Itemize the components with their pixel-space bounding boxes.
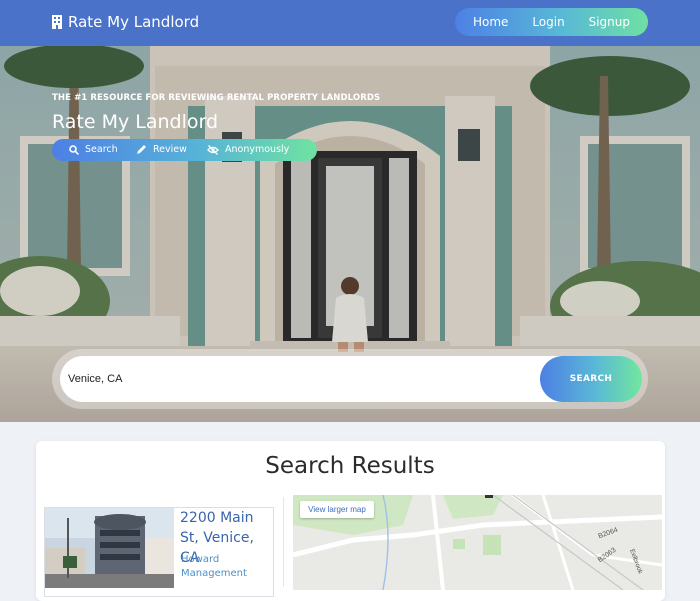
hero-subtitle: THE #1 RESOURCE FOR REVIEWING RENTAL PRO… [52, 93, 381, 103]
eye-slash-icon [207, 144, 219, 155]
property-photo[interactable] [45, 508, 174, 588]
feature-review-label: Review [153, 144, 187, 155]
feature-review: Review [136, 144, 187, 155]
nav-home-link[interactable]: Home [473, 15, 508, 29]
building-icon [52, 15, 62, 29]
feature-search-label: Search [85, 144, 118, 155]
brand-label: Rate My Landlord [68, 13, 200, 31]
navbar: Rate My Landlord Home Login Signup [0, 0, 700, 46]
results-divider [283, 497, 284, 587]
nav-signup-link[interactable]: Signup [589, 15, 630, 29]
feature-search: Search [69, 144, 118, 155]
feature-anonymously-label: Anonymously [225, 144, 290, 155]
view-larger-map-button[interactable]: View larger map [300, 501, 374, 518]
property-photo-image [45, 508, 174, 588]
hero-title: Rate My Landlord [52, 111, 219, 133]
search-icon [69, 144, 79, 155]
feature-pill: Search Review Anonymously [52, 139, 317, 161]
feature-anonymously: Anonymously [207, 144, 289, 155]
pencil-icon [137, 145, 146, 154]
location-search-input[interactable] [60, 356, 580, 402]
brand[interactable]: Rate My Landlord [52, 13, 199, 31]
search-button[interactable]: SEARCH [540, 356, 642, 402]
nav-login-link[interactable]: Login [532, 15, 564, 29]
results-title: Search Results [265, 453, 435, 479]
nav-links: Home Login Signup [455, 8, 648, 36]
result-management[interactable]: Howard Management [181, 553, 271, 581]
